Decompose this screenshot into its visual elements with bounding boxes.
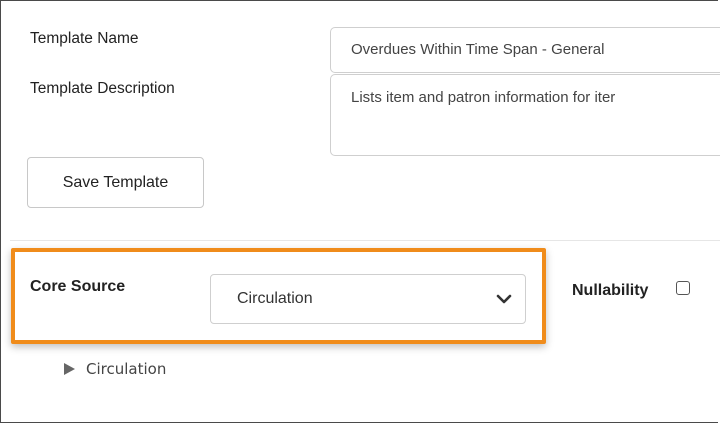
template-description-label: Template Description — [30, 80, 175, 97]
template-name-field[interactable]: Overdues Within Time Span - General — [330, 27, 720, 73]
template-name-label: Template Name — [30, 30, 139, 47]
nullability-label: Nullability — [572, 282, 649, 299]
triangle-right-icon[interactable] — [62, 362, 76, 376]
core-source-selected-value: Circulation — [237, 290, 313, 307]
template-description-field[interactable]: Lists item and patron information for it… — [330, 74, 720, 156]
save-template-button[interactable]: Save Template — [27, 157, 204, 208]
core-source-label: Core Source — [30, 278, 126, 295]
section-divider — [10, 240, 720, 241]
chevron-down-icon — [496, 294, 512, 304]
tree-node-circulation[interactable]: Circulation — [62, 360, 166, 378]
nullability-checkbox[interactable] — [676, 281, 690, 295]
core-source-select[interactable]: Circulation — [210, 274, 526, 324]
tree-node-label: Circulation — [86, 360, 167, 378]
